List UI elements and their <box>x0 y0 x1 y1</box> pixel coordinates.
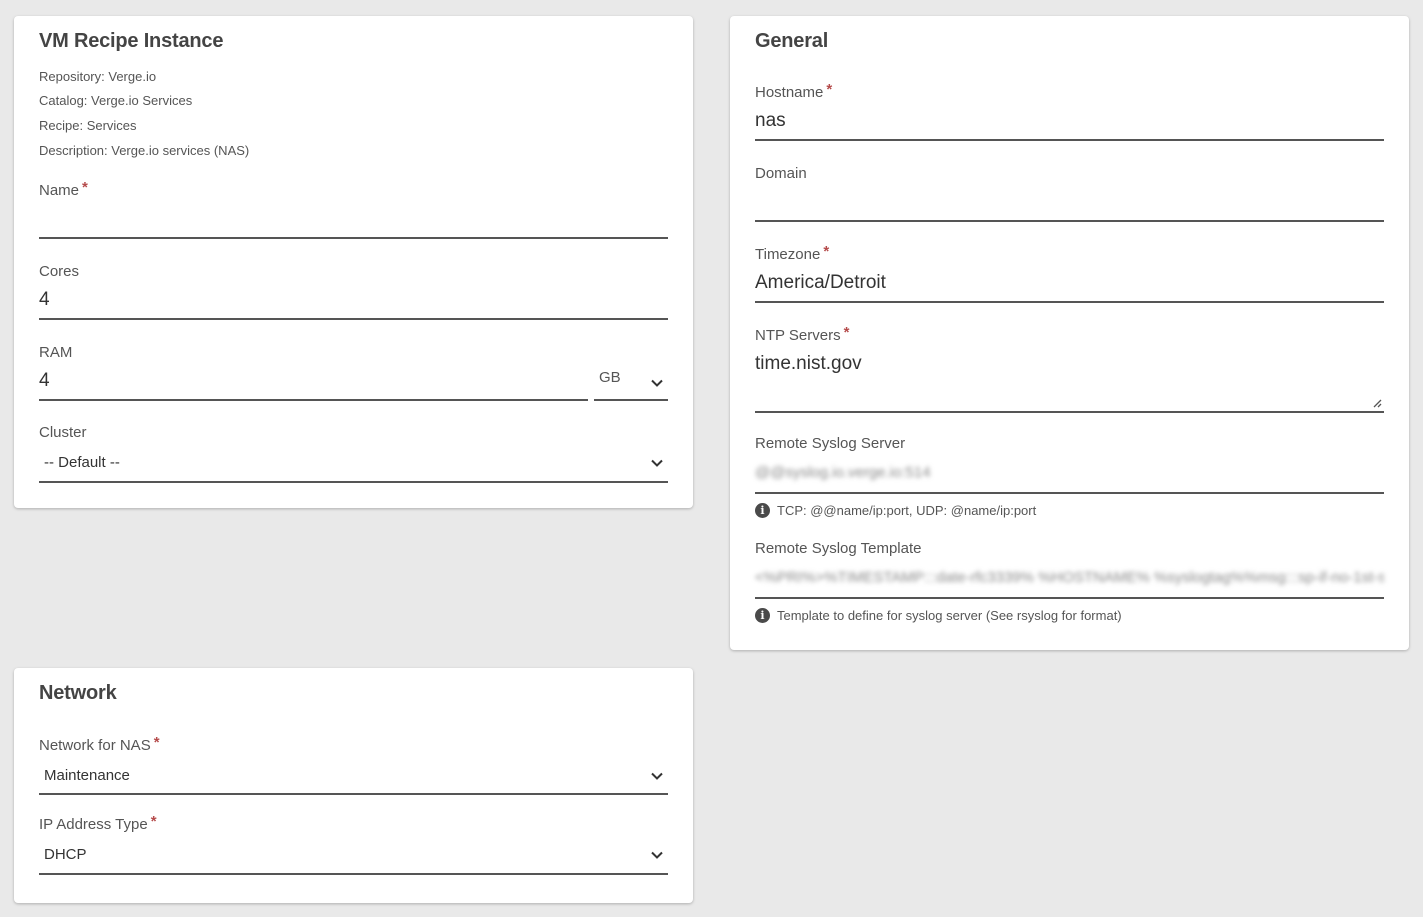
chevron-down-icon <box>651 851 663 859</box>
resize-handle-icon[interactable] <box>1372 398 1382 408</box>
syslog-template-hint: i Template to define for syslog server (… <box>755 607 1384 623</box>
required-marker: * <box>153 734 160 751</box>
required-marker: * <box>150 813 157 830</box>
hostname-input[interactable]: nas <box>755 103 1384 141</box>
name-label: Name <box>39 182 80 199</box>
repository-text: Repository: Verge.io <box>39 69 157 84</box>
hostname-label: Hostname <box>755 84 824 101</box>
required-marker: * <box>826 81 833 98</box>
name-field: Name * <box>39 179 668 239</box>
syslog-template-label: Remote Syslog Template <box>755 540 922 557</box>
cluster-select[interactable]: -- Default -- <box>39 443 668 483</box>
ip-type-field: IP Address Type * DHCP <box>39 813 668 875</box>
syslog-server-hint: i TCP: @@name/ip:port, UDP: @name/ip:por… <box>755 502 1384 518</box>
syslog-template-field: Remote Syslog Template <%PRI%>%TIMESTAMP… <box>755 539 1384 623</box>
chevron-down-icon <box>651 772 663 780</box>
network-title: Network <box>39 682 117 704</box>
recipe-text: Recipe: Services <box>39 118 137 133</box>
ip-type-label: IP Address Type <box>39 816 148 833</box>
domain-input[interactable] <box>755 184 1384 222</box>
ntp-field: NTP Servers * time.nist.gov <box>755 324 1384 413</box>
general-title: General <box>755 30 829 52</box>
info-icon: i <box>755 502 770 518</box>
name-input[interactable] <box>39 201 668 239</box>
network-nas-select[interactable]: Maintenance <box>39 756 668 795</box>
vm-recipe-title: VM Recipe Instance <box>39 30 224 52</box>
ram-field: RAM 4 <box>39 343 588 401</box>
syslog-server-input[interactable]: @@syslog.io.verge.io:514 <box>755 454 1384 494</box>
syslog-server-field: Remote Syslog Server @@syslog.io.verge.i… <box>755 434 1384 518</box>
syslog-template-input[interactable]: <%PRI%>%TIMESTAMP:::date-rfc3339% %HOSTN… <box>755 559 1384 599</box>
info-icon: i <box>755 607 770 623</box>
ram-label: RAM <box>39 344 73 361</box>
timezone-field: Timezone * America/Detroit <box>755 243 1384 303</box>
catalog-text: Catalog: Verge.io Services <box>39 93 193 108</box>
description-text: Description: Verge.io services (NAS) <box>39 143 250 158</box>
cores-label: Cores <box>39 263 80 280</box>
hostname-field: Hostname * nas <box>755 81 1384 141</box>
ram-unit-field: GB <box>594 363 668 401</box>
chevron-down-icon <box>651 379 663 387</box>
ram-input[interactable]: 4 <box>39 363 588 401</box>
timezone-label: Timezone <box>755 246 821 263</box>
syslog-server-label: Remote Syslog Server <box>755 435 906 452</box>
ntp-textarea[interactable]: time.nist.gov <box>755 346 1384 413</box>
ip-type-select[interactable]: DHCP <box>39 835 668 875</box>
ntp-label: NTP Servers <box>755 327 841 344</box>
cluster-field: Cluster -- Default -- <box>39 423 668 483</box>
network-nas-field: Network for NAS * Maintenance <box>39 734 668 795</box>
general-card: General Hostname * nas Domain Timezone * A… <box>730 16 1409 650</box>
network-card: Network Network for NAS * Maintenance IP … <box>14 668 693 903</box>
required-marker: * <box>823 243 830 260</box>
network-nas-label: Network for NAS <box>39 737 151 754</box>
domain-label: Domain <box>755 165 807 182</box>
timezone-input[interactable]: America/Detroit <box>755 265 1384 303</box>
cores-field: Cores 4 <box>39 262 668 320</box>
cores-input[interactable]: 4 <box>39 282 668 320</box>
required-marker: * <box>82 179 88 196</box>
vm-recipe-card: VM Recipe Instance Repository: Verge.io … <box>14 16 693 508</box>
chevron-down-icon <box>651 459 663 467</box>
domain-field: Domain <box>755 164 1384 222</box>
required-marker: * <box>843 324 850 341</box>
ram-unit-select[interactable]: GB <box>594 363 668 401</box>
cluster-label: Cluster <box>39 424 87 441</box>
